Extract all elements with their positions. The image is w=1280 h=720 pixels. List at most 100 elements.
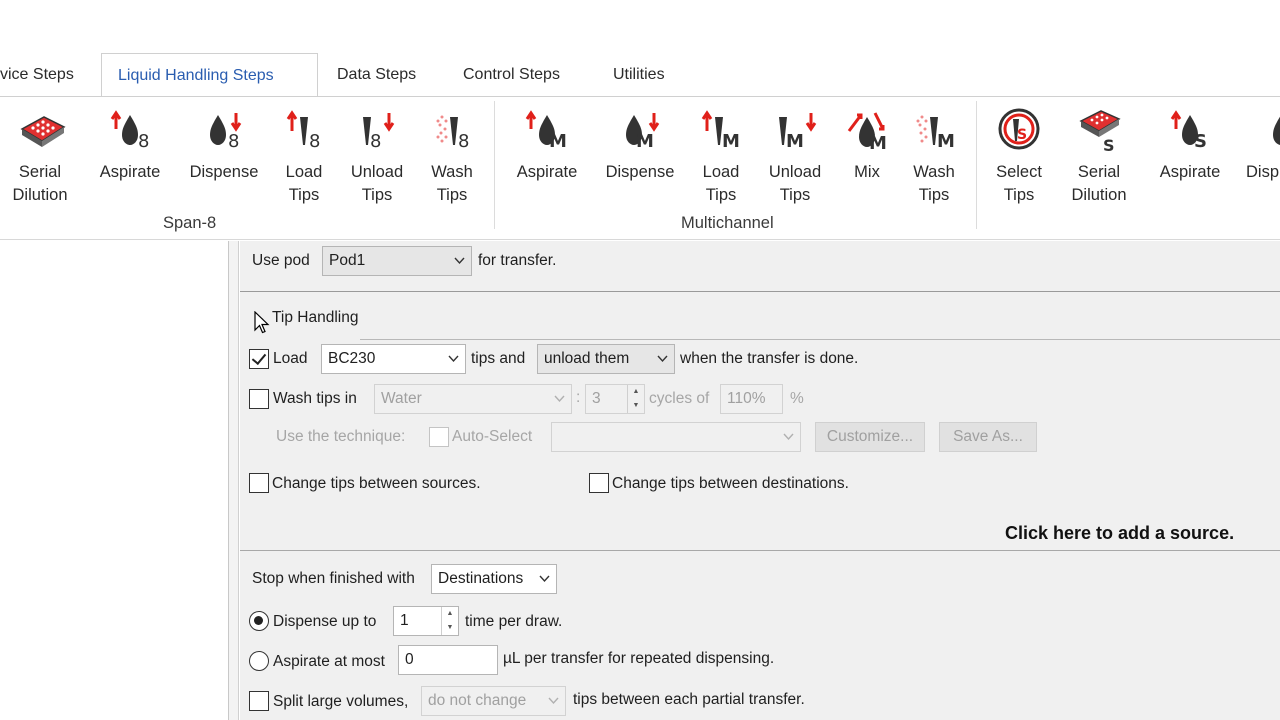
wash-percent-input[interactable]: 110% [720, 384, 783, 414]
aspirate-volume-input[interactable]: 0 [398, 645, 498, 675]
serial-dilution-s-icon: S [1062, 107, 1136, 161]
wash-fluid-select[interactable]: Water [374, 384, 572, 414]
split-large-volumes-checkbox[interactable] [249, 691, 269, 711]
tab-control-steps[interactable]: Control Steps [447, 53, 576, 97]
button-label: Tips [918, 186, 950, 204]
stop-when-select[interactable]: Destinations [431, 564, 557, 594]
span8-serial-dilution-button[interactable]: Serial Dilution [0, 107, 80, 207]
mc-load-tips-button[interactable]: M Load Tips [694, 107, 748, 207]
ribbon-panel: Serial Dilution 8 Aspirate 8 Dispense 8 … [0, 96, 1280, 240]
span8-unload-tips-button[interactable]: 8 Unload Tips [344, 107, 410, 207]
svg-text:8: 8 [370, 131, 381, 152]
add-source-link[interactable]: Click here to add a source. [1005, 523, 1234, 544]
load-label: Load [273, 350, 308, 367]
mc-wash-tips-icon: M [906, 107, 962, 161]
use-technique-label: Use the technique: [276, 428, 406, 445]
svg-text:S: S [1194, 131, 1207, 152]
auto-select-checkbox[interactable] [429, 427, 449, 447]
chevron-down-icon [448, 355, 459, 363]
group-divider [494, 101, 495, 229]
svg-text:M: M [937, 131, 955, 152]
change-tips-destinations-checkbox[interactable] [589, 473, 609, 493]
change-tips-sources-checkbox[interactable] [249, 473, 269, 493]
split-large-volumes-label: Split large volumes, [273, 693, 409, 710]
aspirate-at-most-radio[interactable] [249, 651, 269, 671]
select-tips-button[interactable]: S Select Tips [990, 107, 1048, 207]
pod-select-value: Pod1 [329, 252, 366, 269]
chevron-down-icon [539, 575, 550, 583]
tab-data-steps[interactable]: Data Steps [321, 53, 432, 97]
span8-wash-tips-button[interactable]: 8 Wash Tips [424, 107, 480, 207]
svg-text:S: S [1017, 127, 1027, 143]
mc-dispense-button[interactable]: M Dispense [601, 107, 679, 184]
button-label: Load [702, 163, 740, 181]
stop-when-value: Destinations [438, 570, 524, 587]
wash-cycles-stepper[interactable]: 3 ▲ ▼ [585, 384, 645, 414]
group-divider [976, 101, 977, 229]
divider [360, 339, 1280, 340]
button-label: Tips [436, 186, 468, 204]
load-tips-checkbox[interactable] [249, 349, 269, 369]
wash-tips-checkbox[interactable] [249, 389, 269, 409]
ribbon-tab-bar: vice Steps Liquid Handling Steps Data St… [0, 53, 1280, 97]
span8-dispense-icon: 8 [184, 107, 264, 161]
spin-down-icon[interactable]: ▼ [628, 399, 644, 413]
chevron-down-icon [554, 395, 565, 403]
spin-down-icon[interactable]: ▼ [442, 621, 458, 635]
svg-text:M: M [722, 131, 740, 152]
pod-select[interactable]: Pod1 [322, 246, 472, 276]
s-serial-dilution-button[interactable]: S Serial Dilution [1062, 107, 1136, 207]
per-transfer-label: µL per transfer for repeated dispensing. [503, 650, 775, 667]
button-label: Wash [431, 163, 473, 181]
technique-select[interactable] [551, 422, 801, 452]
stop-when-label: Stop when finished with [252, 570, 415, 587]
panel-splitter[interactable] [229, 241, 239, 720]
button-label: Dispense [605, 163, 675, 181]
mc-load-tips-icon: M [694, 107, 748, 161]
span8-aspirate-button[interactable]: 8 Aspirate [92, 107, 168, 184]
aspirate-volume-value: 0 [405, 651, 414, 668]
unload-option-select[interactable]: unload them [537, 344, 675, 374]
chevron-down-icon [783, 433, 794, 441]
chevron-down-icon [657, 355, 668, 363]
customize-button[interactable]: Customize... [815, 422, 925, 452]
dispense-times-stepper[interactable]: 1 ▲ ▼ [393, 606, 459, 636]
mc-aspirate-icon: M [508, 107, 586, 161]
dispense-times-value: 1 [400, 612, 409, 629]
wash-cycles-value: 3 [592, 390, 601, 407]
wash-tips-label: Wash tips in [273, 390, 357, 407]
split-option-value: do not change [428, 692, 527, 709]
mc-unload-tips-button[interactable]: M Unload Tips [762, 107, 828, 207]
dispense-up-to-label: Dispense up to [273, 613, 377, 630]
tab-utilities[interactable]: Utilities [597, 53, 681, 97]
s-aspirate-button[interactable]: S Aspirate [1152, 107, 1228, 184]
span8-dispense-button[interactable]: 8 Dispense [184, 107, 264, 184]
tip-type-select[interactable]: BC230 [321, 344, 466, 374]
svg-text:8: 8 [138, 131, 149, 152]
multichannel-group-label: Multichannel [681, 214, 774, 232]
mc-wash-tips-button[interactable]: M Wash Tips [906, 107, 962, 207]
dispense-up-to-radio[interactable] [249, 611, 269, 631]
tab-device-steps[interactable]: vice Steps [0, 53, 90, 97]
button-label: Serial [18, 163, 62, 181]
span8-load-tips-icon: 8 [278, 107, 330, 161]
s-dispense-button[interactable]: Disp [1246, 107, 1280, 184]
span8-load-tips-button[interactable]: 8 Load Tips [278, 107, 330, 207]
split-option-select[interactable]: do not change [421, 686, 566, 716]
mc-aspirate-button[interactable]: M Aspirate [508, 107, 586, 184]
mc-mix-button[interactable]: M Mix [842, 107, 892, 184]
spin-up-icon[interactable]: ▲ [628, 385, 644, 399]
tips-and-label: tips and [471, 350, 526, 367]
cycles-of-label: cycles of [649, 390, 710, 407]
for-transfer-label: for transfer. [478, 252, 557, 269]
button-label: Aspirate [1159, 163, 1221, 181]
use-pod-label: Use pod [252, 252, 310, 269]
svg-text:M: M [869, 133, 887, 153]
tip-handling-heading: Tip Handling [272, 309, 359, 326]
step-list-panel [0, 241, 229, 720]
spin-up-icon[interactable]: ▲ [442, 607, 458, 621]
save-as-button[interactable]: Save As... [939, 422, 1037, 452]
tab-liquid-handling-steps[interactable]: Liquid Handling Steps [101, 53, 318, 97]
change-tips-destinations-label: Change tips between destinations. [612, 475, 849, 492]
button-label: Select [996, 163, 1042, 181]
